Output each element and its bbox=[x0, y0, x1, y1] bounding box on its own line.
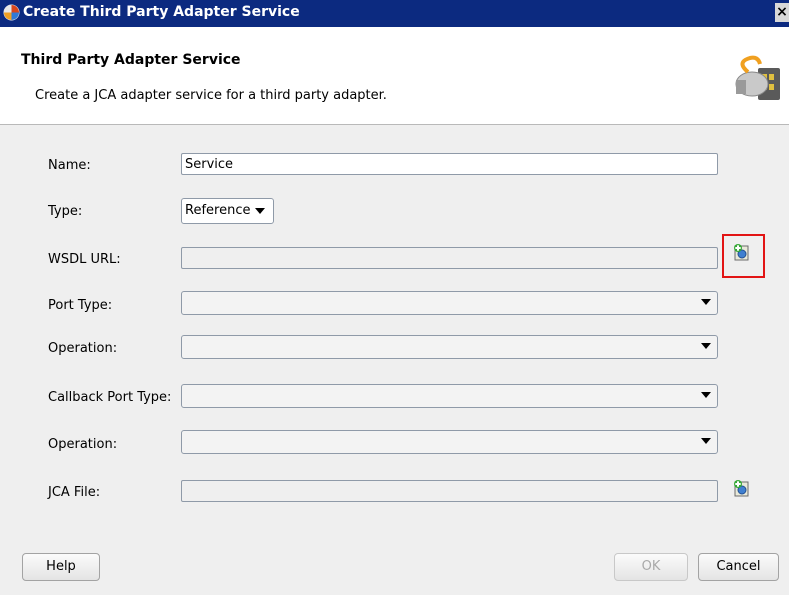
jca-file-label: JCA File: bbox=[48, 485, 101, 500]
oracle-app-icon bbox=[3, 4, 20, 21]
window-title: Create Third Party Adapter Service bbox=[23, 4, 300, 20]
wsdl-browse-icon[interactable] bbox=[733, 243, 751, 261]
name-label: Name: bbox=[48, 158, 91, 173]
header-description: Create a JCA adapter service for a third… bbox=[35, 88, 387, 103]
operation-select[interactable] bbox=[181, 335, 718, 359]
callback-operation-label: Operation: bbox=[48, 437, 118, 452]
callback-port-type-label: Callback Port Type: bbox=[48, 390, 172, 405]
help-button[interactable]: Help bbox=[22, 553, 100, 581]
port-type-select[interactable] bbox=[181, 291, 718, 315]
chevron-down-icon bbox=[701, 343, 711, 349]
wsdl-url-field[interactable] bbox=[181, 247, 718, 269]
callback-port-type-select[interactable] bbox=[181, 384, 718, 408]
cancel-button[interactable]: Cancel bbox=[698, 553, 779, 581]
chevron-down-icon bbox=[701, 438, 711, 444]
close-icon[interactable]: × bbox=[775, 3, 789, 22]
wsdl-url-label: WSDL URL: bbox=[48, 252, 121, 267]
wizard-header: Third Party Adapter Service Create a JCA… bbox=[0, 27, 789, 125]
adapter-service-icon bbox=[735, 55, 780, 100]
type-select[interactable]: Reference bbox=[181, 198, 274, 224]
chevron-down-icon bbox=[701, 299, 711, 305]
chevron-down-icon bbox=[701, 392, 711, 398]
ok-button[interactable]: OK bbox=[614, 553, 688, 581]
operation-label: Operation: bbox=[48, 341, 118, 356]
jca-file-field[interactable] bbox=[181, 480, 718, 502]
type-label: Type: bbox=[48, 204, 83, 219]
title-bar: Create Third Party Adapter Service × bbox=[0, 0, 789, 27]
jca-browse-icon[interactable] bbox=[733, 479, 751, 497]
form-body bbox=[0, 125, 789, 595]
header-title: Third Party Adapter Service bbox=[21, 52, 241, 68]
port-type-label: Port Type: bbox=[48, 298, 113, 313]
chevron-down-icon bbox=[255, 208, 265, 214]
callback-operation-select[interactable] bbox=[181, 430, 718, 454]
name-field[interactable] bbox=[181, 153, 718, 175]
type-select-value: Reference bbox=[185, 203, 251, 218]
